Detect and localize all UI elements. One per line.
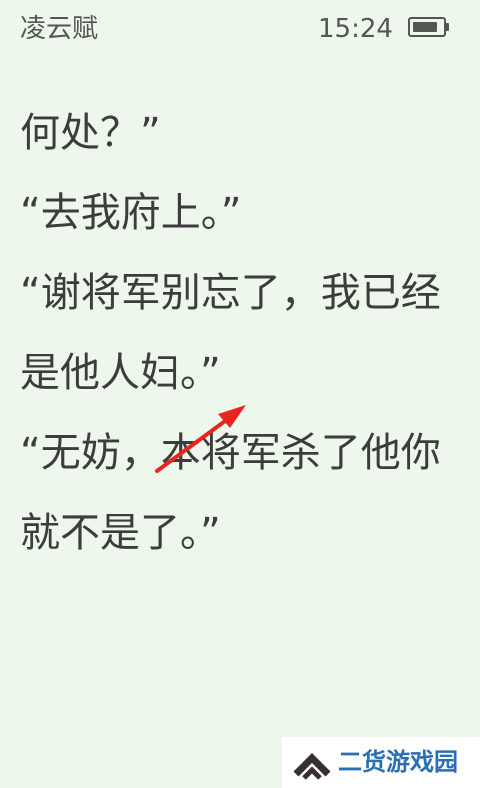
text-line: “无妨，本将军杀了他你 <box>20 430 441 476</box>
text-line: 就不是了。” <box>20 510 221 556</box>
battery-tip <box>446 23 449 31</box>
battery-level-fill <box>413 22 437 32</box>
text-line: 何处？” <box>20 110 161 156</box>
text-line: “谢将军别忘了，我已经 <box>20 270 441 316</box>
chevron-up-icon <box>293 753 331 780</box>
book-title: 凌云赋 <box>20 14 99 44</box>
clock: 15:24 <box>318 14 393 44</box>
watermark-text: 二货游戏园 <box>338 748 458 776</box>
status-bar: 凌云赋 15:24 <box>0 0 480 60</box>
text-line: “去我府上。” <box>20 190 242 236</box>
battery-icon <box>408 17 449 37</box>
watermark: 二货游戏园 <box>282 737 480 788</box>
reader-page[interactable]: 何处？” “去我府上。” “谢将军别忘了，我已经 是他人妇。” “无妨，本将军杀… <box>20 93 465 573</box>
text-line: 是他人妇。” <box>20 350 221 396</box>
